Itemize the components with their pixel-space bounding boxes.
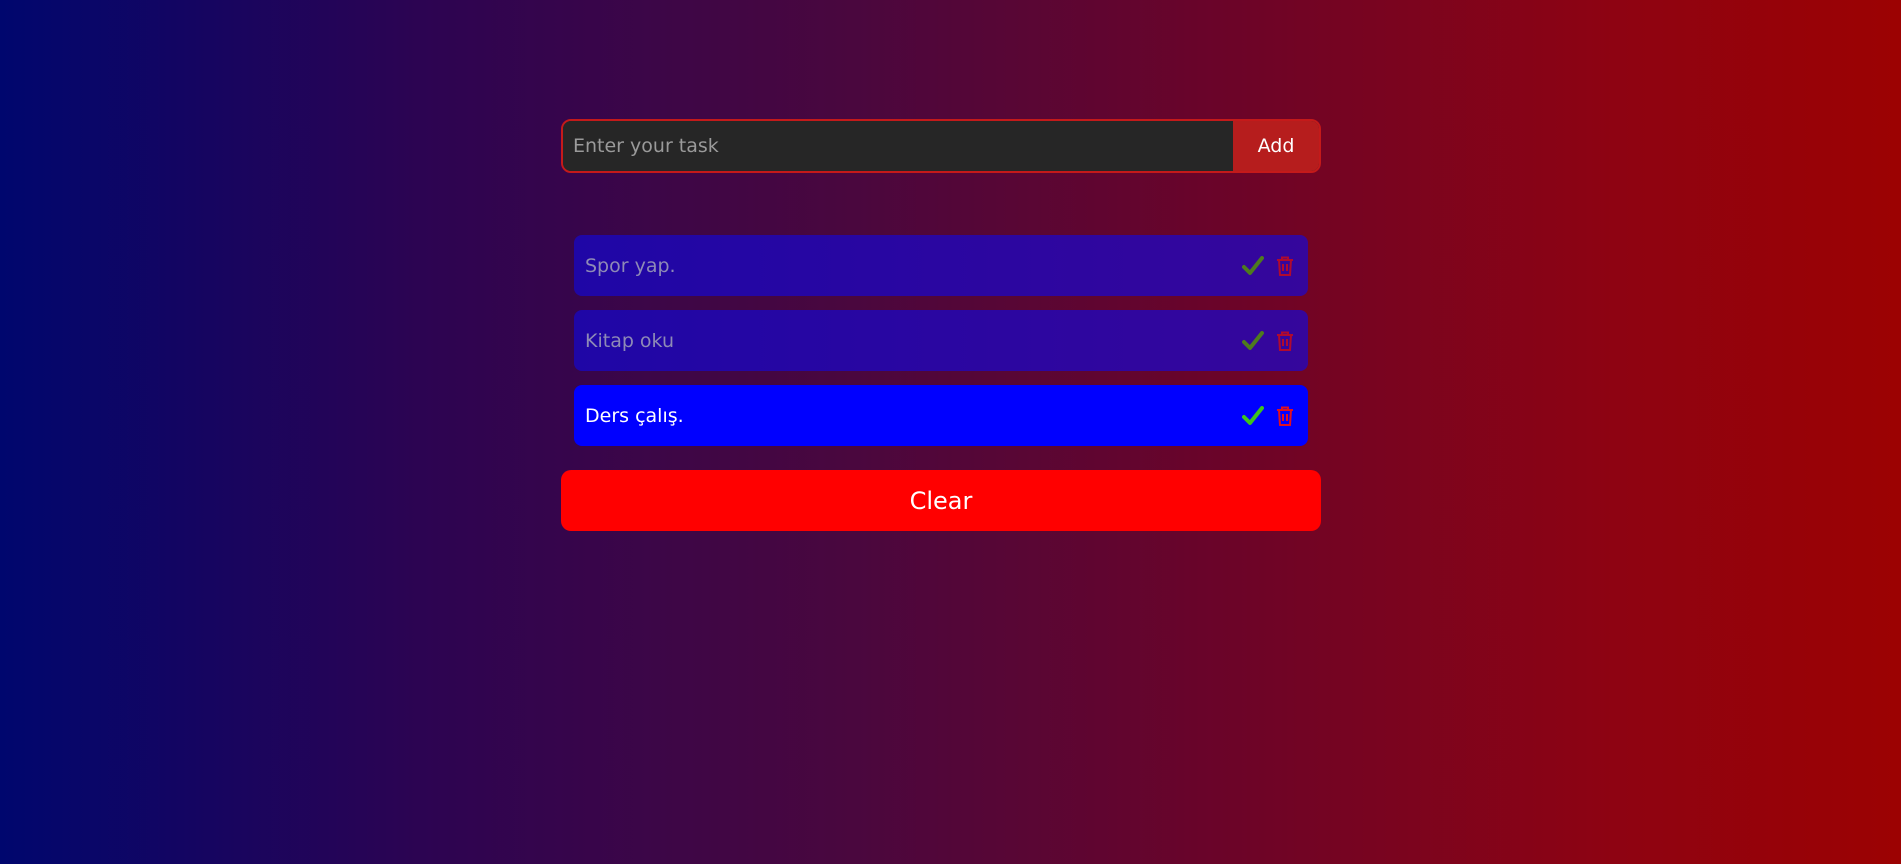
check-icon[interactable] bbox=[1241, 328, 1265, 354]
task-actions bbox=[1241, 403, 1297, 429]
add-button[interactable]: Add bbox=[1233, 121, 1319, 171]
check-icon[interactable] bbox=[1241, 403, 1265, 429]
check-icon[interactable] bbox=[1241, 253, 1265, 279]
todo-app: Add Spor yap. Kitap oku bbox=[561, 119, 1321, 531]
task-text: Ders çalış. bbox=[585, 404, 684, 427]
task-text: Spor yap. bbox=[585, 254, 676, 277]
task-list: Spor yap. Kitap oku Ders çalış. bbox=[574, 235, 1308, 446]
task-item: Spor yap. bbox=[574, 235, 1308, 296]
task-text: Kitap oku bbox=[585, 329, 675, 352]
task-item: Kitap oku bbox=[574, 310, 1308, 371]
trash-icon[interactable] bbox=[1273, 328, 1297, 354]
trash-icon[interactable] bbox=[1273, 253, 1297, 279]
task-input[interactable] bbox=[563, 121, 1233, 171]
task-input-row: Add bbox=[561, 119, 1321, 173]
task-actions bbox=[1241, 328, 1297, 354]
task-actions bbox=[1241, 253, 1297, 279]
trash-icon[interactable] bbox=[1273, 403, 1297, 429]
clear-button[interactable]: Clear bbox=[561, 470, 1321, 531]
task-item: Ders çalış. bbox=[574, 385, 1308, 446]
